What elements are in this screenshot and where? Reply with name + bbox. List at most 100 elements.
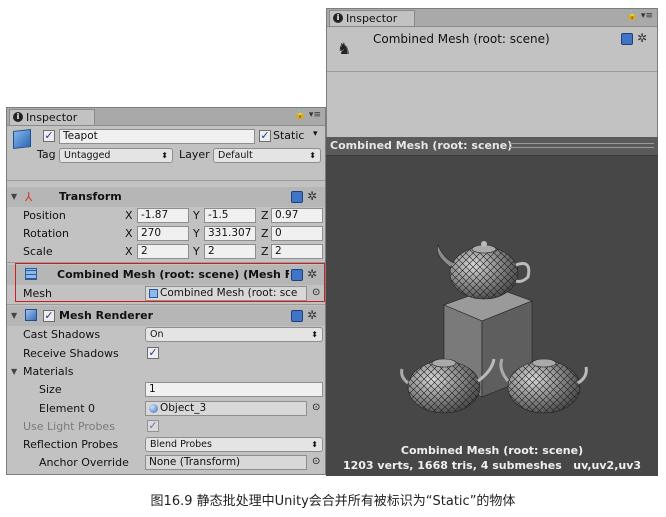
layer-value: Default [218, 150, 253, 161]
foldout-arrow-icon[interactable]: ▼ [11, 192, 17, 201]
divider [7, 304, 325, 305]
gear-icon[interactable]: ✲ [637, 31, 647, 45]
preview-drag-handle[interactable] [510, 143, 654, 148]
static-label: Static [273, 129, 305, 142]
gear-icon[interactable]: ✲ [307, 308, 317, 322]
position-x-field[interactable]: -1.87 [137, 208, 189, 223]
static-dropdown-arrow-icon[interactable]: ▾ [313, 129, 318, 139]
combined-mesh-render [400, 241, 588, 414]
foldout-arrow-icon[interactable]: ▼ [11, 367, 17, 376]
rotation-x-field[interactable]: 270 [137, 226, 189, 241]
position-label: Position [23, 209, 66, 222]
anchor-override-field[interactable]: None (Transform) [145, 455, 307, 470]
preview-bar-title: Combined Mesh (root: scene) [330, 139, 513, 152]
cast-shadows-dropdown[interactable]: On ⬍ [145, 327, 323, 342]
anchor-override-label: Anchor Override [39, 456, 129, 469]
mesh-renderer-header[interactable]: ▼ ✓ Mesh Renderer ✲ [7, 306, 325, 326]
materials-label: Materials [23, 365, 74, 378]
right-inspector-panel: i Inspector 🔒 ▾≡ ♞ Combined Mesh (root: … [326, 8, 658, 141]
tag-dropdown[interactable]: Untagged ⬍ [59, 148, 173, 163]
chevron-down-icon: ⬍ [161, 151, 168, 160]
cast-shadows-row: Cast Shadows On ⬍ [7, 326, 325, 344]
z-axis-label: Z [261, 227, 269, 240]
scale-y-field[interactable]: 2 [204, 244, 256, 259]
x-axis-label: X [125, 227, 133, 240]
tag-label: Tag [37, 148, 56, 161]
transform-header[interactable]: ▼ ⅄ Transform ✲ [7, 187, 325, 207]
right-inspector-tab-label: Inspector [346, 12, 398, 25]
right-inspector-title: Combined Mesh (root: scene) [373, 32, 550, 46]
teapot-mesh-top [436, 241, 531, 300]
mesh-filter-highlight [15, 263, 325, 302]
reflection-probes-label: Reflection Probes [23, 438, 119, 451]
preview-title-bar[interactable]: Combined Mesh (root: scene) [326, 137, 658, 156]
right-inspector-tabbar: i Inspector 🔒 ▾≡ [327, 9, 657, 27]
position-y-field[interactable]: -1.5 [204, 208, 256, 223]
mesh-asset-icon: ♞ [337, 39, 352, 58]
x-axis-label: X [125, 245, 133, 258]
scale-label: Scale [23, 245, 53, 258]
lock-menu-icon[interactable]: 🔒 ▾≡ [295, 110, 321, 120]
left-inspector-tab-label: Inspector [26, 111, 78, 124]
object-name-field[interactable]: Teapot [59, 129, 255, 144]
preview-mesh-name: Combined Mesh (root: scene) [400, 444, 584, 457]
reflection-probes-value: Blend Probes [150, 439, 212, 450]
size-field[interactable]: 1 [145, 382, 323, 397]
rotation-row: Rotation X 270 Y 331.307 Z 0 [7, 225, 325, 243]
use-light-probes-row: Use Light Probes ✓ [7, 418, 325, 436]
mesh-renderer-enabled-checkbox[interactable]: ✓ [43, 310, 55, 322]
anchor-override-row: Anchor Override None (Transform) ⊙ [7, 454, 325, 472]
help-book-icon[interactable] [291, 191, 303, 203]
element0-value: Object_3 [160, 402, 207, 414]
right-inspector-tab[interactable]: i Inspector [329, 10, 415, 26]
receive-shadows-checkbox[interactable]: ✓ [147, 347, 159, 359]
element0-object-field[interactable]: Object_3 [145, 401, 307, 416]
mesh-renderer-icon [25, 309, 37, 321]
element0-row: Element 0 Object_3 ⊙ [7, 400, 325, 418]
divider [327, 71, 657, 72]
mesh-renderer-title: Mesh Renderer [59, 309, 154, 322]
mesh-preview[interactable]: Combined Mesh (root: scene) Combined Mes… [326, 137, 658, 476]
materials-row[interactable]: ▼ Materials [7, 363, 325, 381]
object-header: ✓ Teapot ✓ Static ▾ Tag Untagged ⬍ Layer … [7, 127, 325, 167]
rotation-z-field[interactable]: 0 [271, 226, 323, 241]
receive-shadows-label: Receive Shadows [23, 347, 119, 360]
y-axis-label: Y [193, 227, 200, 240]
object-active-checkbox[interactable]: ✓ [43, 130, 55, 142]
position-z-field[interactable]: 0.97 [271, 208, 323, 223]
divider [7, 180, 325, 181]
transform-axes-icon: ⅄ [25, 190, 33, 204]
scale-z-field[interactable]: 2 [271, 244, 323, 259]
help-book-icon[interactable] [291, 310, 303, 322]
object-picker-icon[interactable]: ⊙ [312, 402, 320, 413]
size-label: Size [39, 383, 62, 396]
lock-menu-icon[interactable]: 🔒 ▾≡ [627, 11, 653, 21]
rotation-y-field[interactable]: 331.307 [204, 226, 256, 241]
y-axis-label: Y [193, 209, 200, 222]
x-axis-label: X [125, 209, 133, 222]
scale-row: Scale X 2 Y 2 Z 2 [7, 243, 325, 261]
scale-x-field[interactable]: 2 [137, 244, 189, 259]
chevron-down-icon: ⬍ [311, 330, 318, 339]
layer-dropdown[interactable]: Default ⬍ [213, 148, 321, 163]
gear-icon[interactable]: ✲ [307, 189, 317, 203]
element0-label: Element 0 [39, 402, 96, 415]
help-book-icon[interactable] [621, 33, 633, 45]
cube-icon [13, 129, 31, 149]
reflection-probes-row: Reflection Probes Blend Probes ⬍ [7, 436, 325, 454]
material-sphere-icon [149, 404, 158, 413]
static-checkbox[interactable]: ✓ [259, 130, 271, 142]
reflection-probes-dropdown[interactable]: Blend Probes ⬍ [145, 437, 323, 452]
position-row: Position X -1.87 Y -1.5 Z 0.97 [7, 207, 325, 225]
transform-title: Transform [59, 190, 122, 203]
layer-label: Layer [179, 148, 210, 161]
rotation-label: Rotation [23, 227, 70, 240]
figure-caption: 图16.9 静态批处理中Unity会合并所有被标识为“Static”的物体 [150, 494, 516, 509]
left-inspector-tab[interactable]: i Inspector [9, 109, 95, 125]
y-axis-label: Y [193, 245, 200, 258]
chevron-down-icon: ⬍ [309, 151, 316, 160]
object-picker-icon[interactable]: ⊙ [312, 456, 320, 467]
receive-shadows-row: Receive Shadows ✓ [7, 345, 325, 363]
use-light-probes-label: Use Light Probes [23, 420, 115, 433]
foldout-arrow-icon[interactable]: ▼ [11, 311, 17, 320]
